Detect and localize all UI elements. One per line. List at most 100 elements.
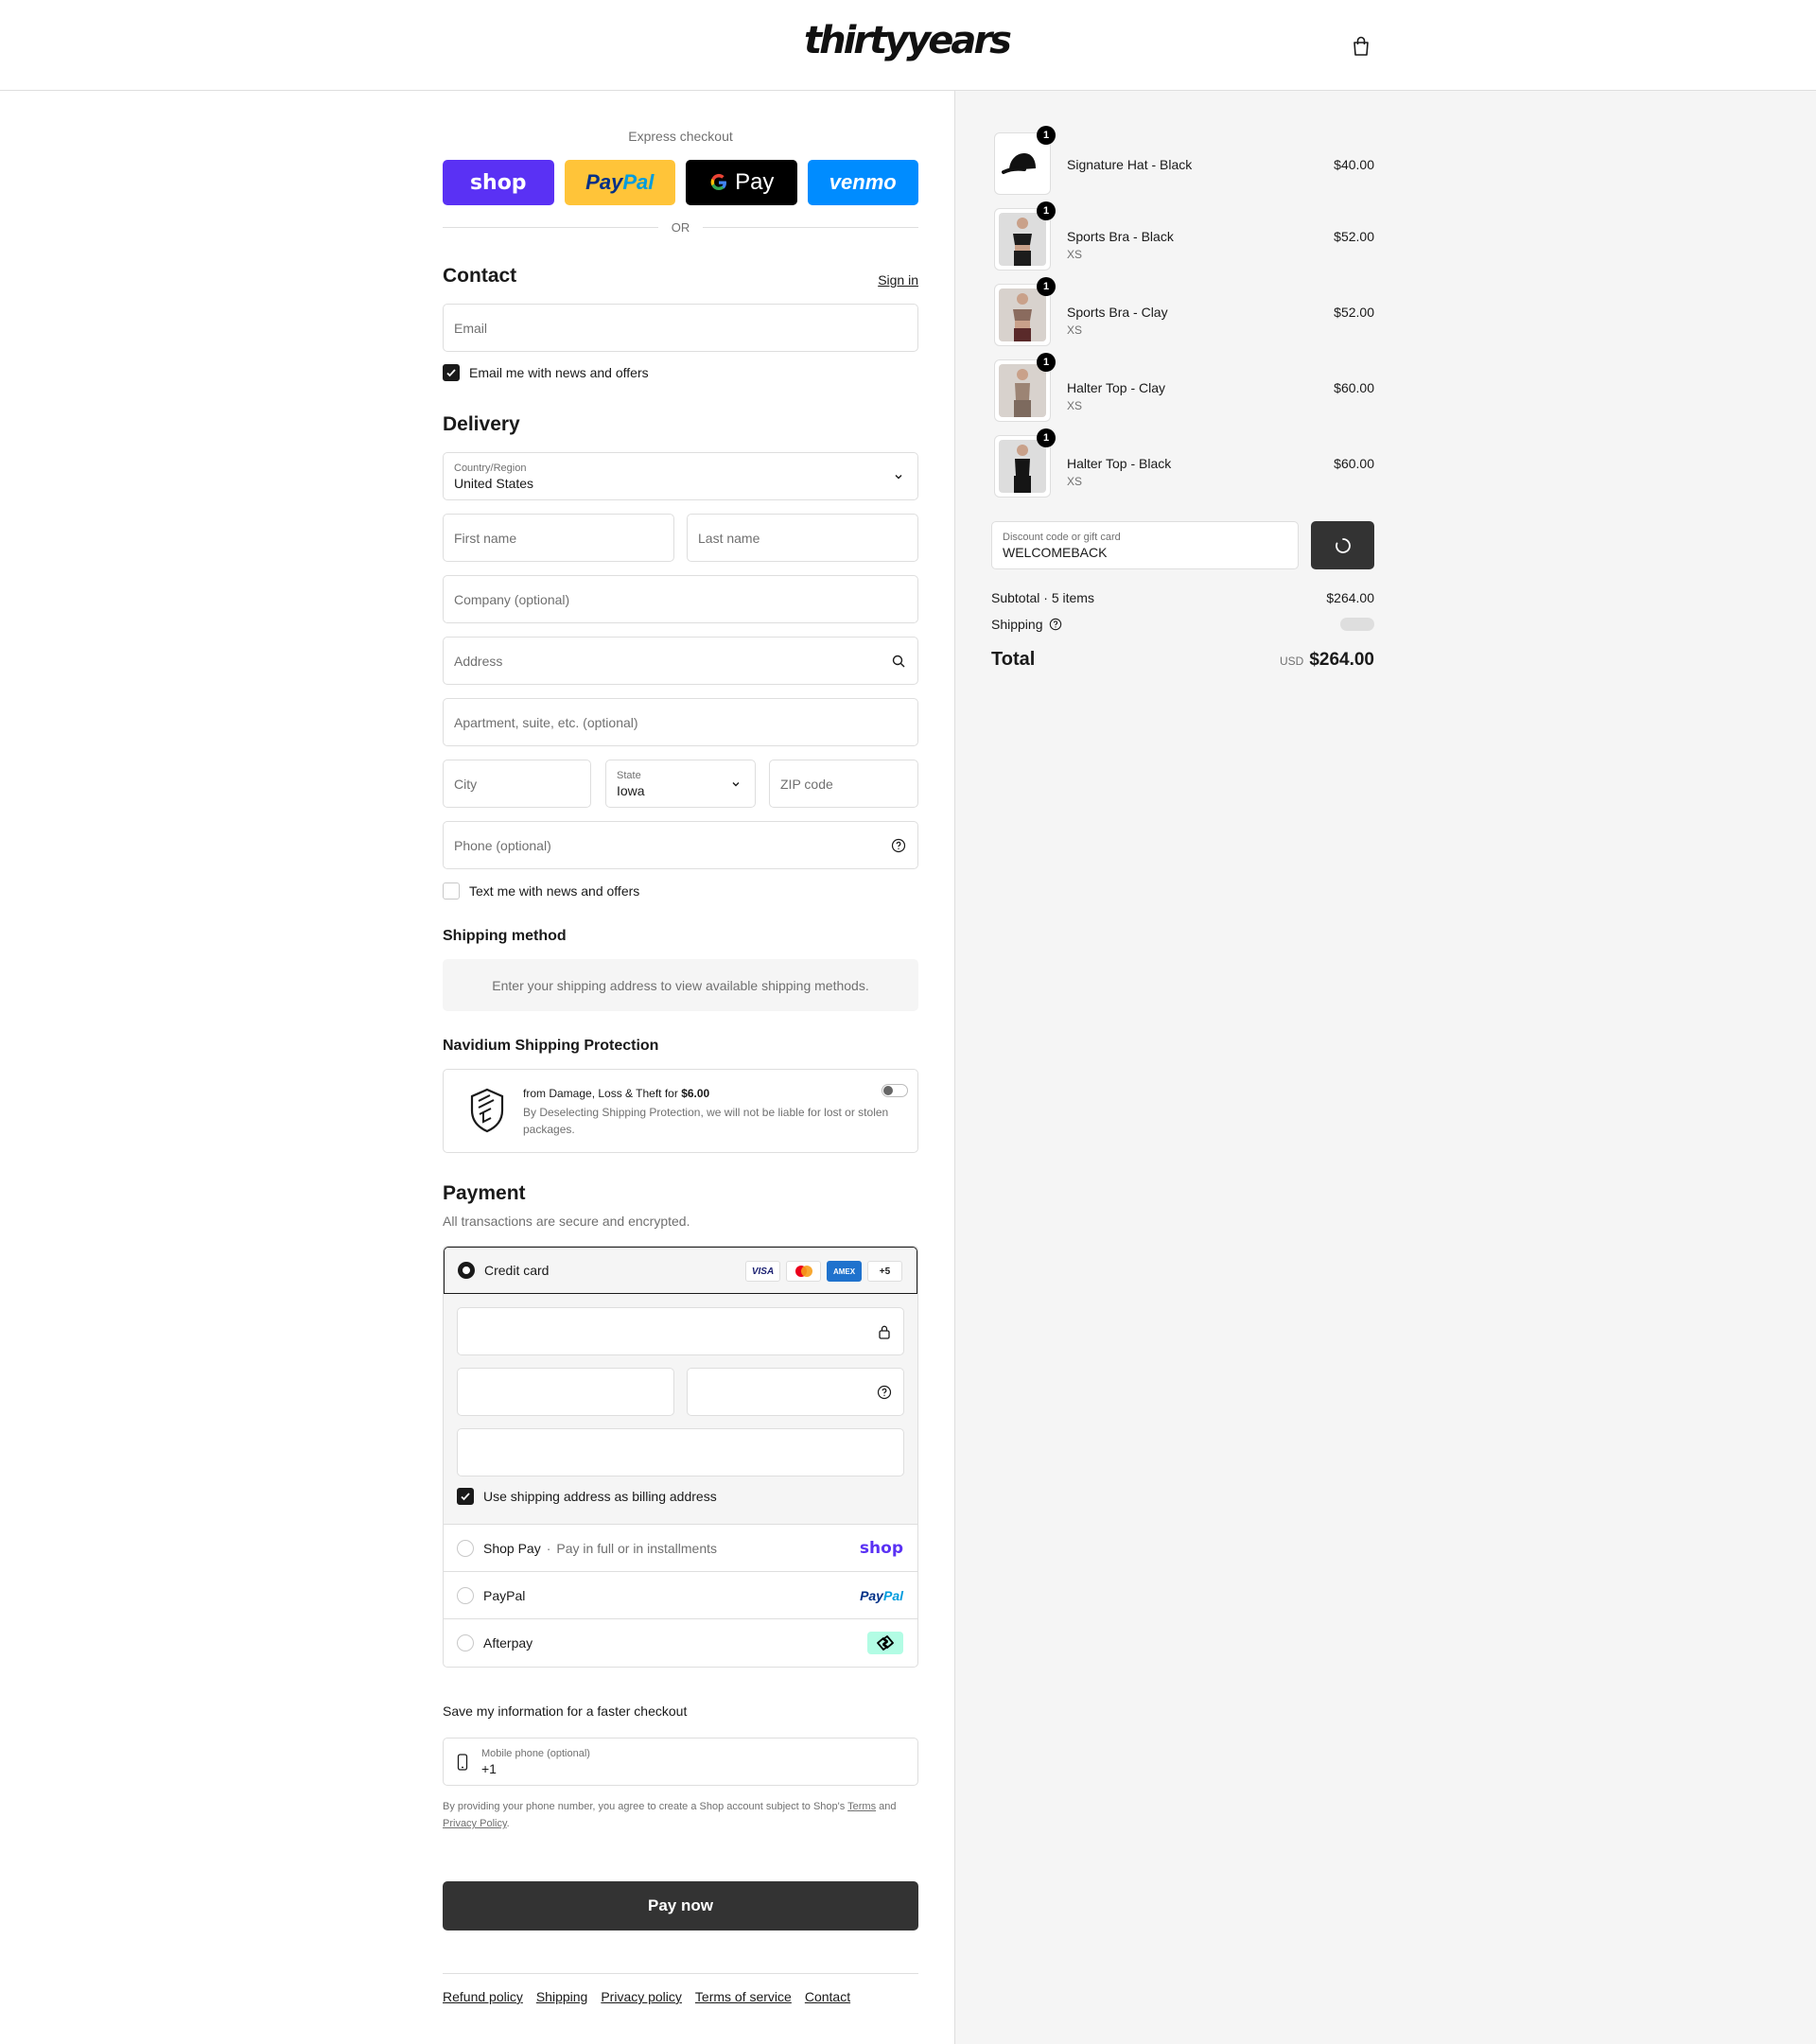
state-value: Iowa [617,782,645,798]
mobile-phone-field[interactable]: Mobile phone (optional) +1 [443,1738,918,1786]
help-icon[interactable] [1049,618,1062,631]
phone-placeholder: Phone (optional) [454,837,551,853]
currency-code: USD [1279,654,1304,668]
last-name-field[interactable]: Last name [687,514,918,562]
item-price: $52.00 [1334,305,1374,320]
shop-terms-link[interactable]: Terms [847,1801,876,1812]
paypal-option[interactable]: PayPal PayPal [444,1572,917,1619]
protection-toggle[interactable] [882,1084,908,1097]
bag-icon[interactable] [1349,34,1373,59]
address-field[interactable]: Address [443,637,918,685]
divider-line [703,227,918,228]
paypal-logo: PayPal [860,1588,903,1603]
cart-item: 1 Sports Bra - Clay XS $52.00 [991,277,1374,346]
help-icon[interactable] [891,838,906,853]
shipping-method-notice: Enter your shipping address to view avai… [443,959,918,1011]
shipping-label-wrap: Shipping [991,617,1062,632]
contact-link[interactable]: Contact [805,1989,850,2004]
discount-code-field[interactable]: Discount code or gift card WELCOMEBACK [991,521,1299,569]
credit-card-radio[interactable] [458,1262,475,1279]
country-label: Country/Region [454,462,527,474]
subtotal-label: Subtotal · 5 items [991,590,1094,605]
toggle-knob [883,1086,893,1095]
shop-pay-express-button[interactable]: shop [443,160,554,205]
item-price: $52.00 [1334,229,1374,244]
city-field[interactable]: City [443,760,591,808]
apply-discount-button[interactable] [1311,521,1374,569]
paypal-radio[interactable] [457,1586,474,1604]
country-value: United States [454,475,534,491]
paypal-express-button[interactable]: Pay Pal [564,160,675,205]
expiration-field[interactable] [457,1368,674,1416]
product-thumbnail: 1 [994,126,1056,195]
company-field[interactable]: Company (optional) [443,575,918,623]
name-on-card-field[interactable] [457,1428,904,1476]
quantity-badge: 1 [1037,353,1056,372]
refund-policy-link[interactable]: Refund policy [443,1989,523,2004]
first-name-field[interactable]: First name [443,514,674,562]
pay-now-button[interactable]: Pay now [443,1881,918,1930]
venmo-express-button[interactable]: venmo [807,160,918,205]
security-code-field[interactable] [687,1368,904,1416]
product-image [999,364,1046,417]
protection-disclaimer: By Deselecting Shipping Protection, we w… [523,1106,889,1136]
text-optin-label: Text me with news and offers [469,883,640,899]
item-variant: XS [1067,399,1083,412]
protection-line1-text: from Damage, Loss & Theft for [523,1087,678,1100]
protection-line1: from Damage, Loss & Theft for $6.00 [523,1087,709,1100]
afterpay-option[interactable]: Afterpay [444,1619,917,1667]
total-label: Total [991,649,1036,670]
state-select[interactable]: State Iowa [605,760,756,808]
store-logo[interactable]: thirtyyears [804,19,1012,62]
shop-pay-radio[interactable] [457,1539,474,1557]
zip-placeholder: ZIP code [780,776,833,792]
terms-of-service-link[interactable]: Terms of service [695,1989,792,2004]
shipping-policy-link[interactable]: Shipping [536,1989,588,2004]
card-number-field[interactable] [457,1307,904,1355]
item-variant: XS [1067,323,1083,337]
shipping-row: Shipping [991,617,1374,632]
express-checkout-buttons: shop Pay Pal Pay venmo [443,160,918,205]
zip-field[interactable]: ZIP code [769,760,918,808]
apartment-field[interactable]: Apartment, suite, etc. (optional) [443,698,918,746]
phone-field[interactable]: Phone (optional) [443,821,918,869]
shop-pay-label: Shop Pay [483,1540,541,1556]
email-optin[interactable]: Email me with news and offers [443,364,649,381]
apartment-placeholder: Apartment, suite, etc. (optional) [454,714,638,730]
google-g-icon [710,173,727,191]
shop-pay-note: Pay in full or in installments [556,1540,718,1556]
divider-line [443,227,658,228]
hat-image [999,137,1046,190]
paypal-wordmark-1: Pay [585,170,623,194]
item-name: Sports Bra - Clay [1067,305,1168,320]
amex-icon: AMEX [827,1261,862,1282]
header: thirtyyears [0,0,1816,91]
billing-same-option[interactable]: Use shipping address as billing address [457,1488,717,1505]
afterpay-radio[interactable] [457,1634,474,1651]
email-optin-checkbox[interactable] [443,364,460,381]
shop-pay-separator: · [546,1540,551,1556]
country-select[interactable]: Country/Region United States [443,452,918,500]
text-optin-checkbox[interactable] [443,882,460,900]
shipping-label: Shipping [991,617,1043,632]
text-optin[interactable]: Text me with news and offers [443,882,639,900]
shop-privacy-link[interactable]: Privacy Policy [443,1818,507,1829]
product-image [999,213,1046,266]
city-placeholder: City [454,776,478,792]
email-field[interactable]: Email [443,304,918,352]
company-placeholder: Company (optional) [454,591,570,607]
mobile-phone-value: +1 [481,1760,497,1776]
shop-pay-option[interactable]: Shop Pay · Pay in full or in installment… [444,1525,917,1572]
billing-same-checkbox[interactable] [457,1488,474,1505]
lock-icon [877,1324,892,1339]
privacy-policy-link[interactable]: Privacy policy [601,1989,682,2004]
shield-icon [470,1088,504,1133]
express-checkout-title: Express checkout [628,129,733,144]
credit-card-option[interactable]: Credit card VISA AMEX +5 [444,1247,917,1294]
footer-links: Refund policy Shipping Privacy policy Te… [443,1973,918,2004]
sign-in-link[interactable]: Sign in [878,272,918,288]
shop-pay-logo: shop [859,1538,903,1558]
credit-card-form: Use shipping address as billing address [444,1294,917,1525]
google-pay-express-button[interactable]: Pay [686,160,797,205]
help-icon[interactable] [877,1385,892,1400]
